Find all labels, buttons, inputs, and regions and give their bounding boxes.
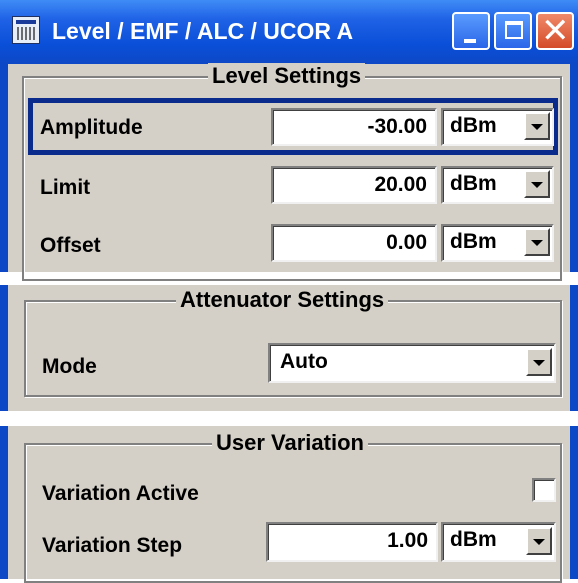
offset-unit-value: dBm [450, 230, 497, 253]
user-variation-panel: User Variation Variation Active Variatio… [0, 426, 578, 583]
close-icon: ✕ [541, 11, 570, 51]
chevron-down-icon[interactable] [524, 170, 550, 198]
user-variation-legend: User Variation [212, 430, 368, 456]
user-variation-group [24, 443, 562, 583]
minimize-button[interactable] [452, 12, 490, 50]
variation-active-label: Variation Active [42, 482, 199, 505]
variation-step-label: Variation Step [42, 534, 183, 557]
limit-unit-select[interactable]: dBm [441, 166, 554, 204]
chevron-down-icon[interactable] [526, 348, 552, 376]
variation-active-checkbox[interactable] [532, 478, 556, 502]
limit-unit-value: dBm [450, 172, 497, 195]
variation-step-unit-select[interactable]: dBm [441, 522, 556, 562]
chevron-down-icon[interactable] [524, 228, 550, 256]
maximize-icon [505, 21, 523, 39]
mode-select[interactable]: Auto [268, 343, 556, 383]
mode-value: Auto [280, 350, 328, 373]
close-button[interactable]: ✕ [536, 11, 574, 51]
amplitude-input[interactable]: -30.00 [271, 108, 437, 146]
chevron-down-icon[interactable] [526, 527, 552, 555]
attenuator-settings-legend: Attenuator Settings [176, 287, 389, 313]
amplitude-unit-select[interactable]: dBm [441, 108, 554, 146]
attenuator-settings-panel: Attenuator Settings Mode Auto [0, 285, 578, 411]
offset-unit-select[interactable]: dBm [441, 224, 554, 262]
variation-step-unit-value: dBm [450, 528, 497, 551]
level-settings-legend: Level Settings [208, 63, 366, 89]
app-icon [12, 16, 40, 44]
limit-label: Limit [40, 176, 91, 199]
offset-input[interactable]: 0.00 [271, 224, 437, 262]
window-title: Level / EMF / ALC / UCOR A [52, 18, 354, 44]
amplitude-unit-value: dBm [450, 114, 497, 137]
mode-label: Mode [42, 355, 97, 378]
amplitude-label: Amplitude [40, 116, 143, 139]
title-bar[interactable]: Level / EMF / ALC / UCOR A ✕ [0, 0, 578, 64]
minimize-icon [464, 39, 476, 43]
variation-step-input[interactable]: 1.00 [266, 522, 438, 562]
limit-input[interactable]: 20.00 [271, 166, 437, 204]
offset-label: Offset [40, 234, 101, 257]
chevron-down-icon[interactable] [524, 112, 550, 140]
level-settings-panel: Level Settings Amplitude -30.00 dBm Limi… [0, 63, 578, 281]
maximize-button[interactable] [494, 12, 532, 50]
